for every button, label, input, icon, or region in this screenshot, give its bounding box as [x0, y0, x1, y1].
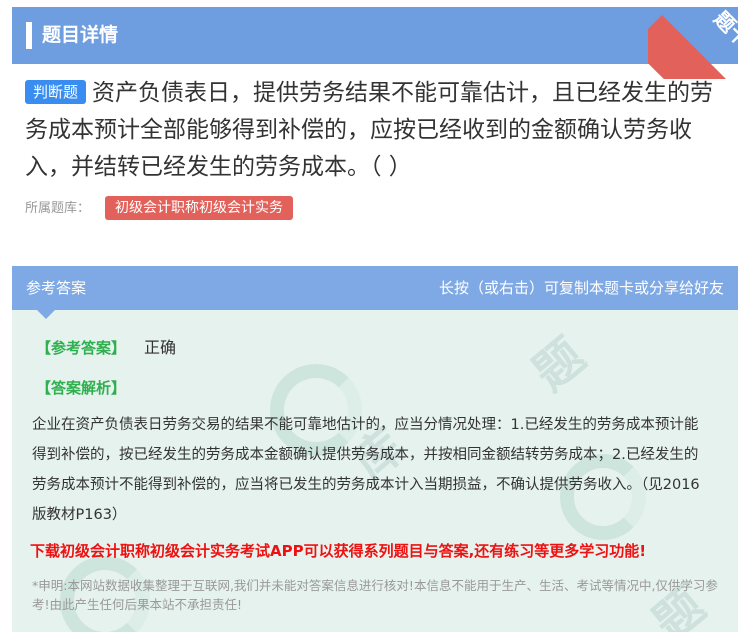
header-accent-bar — [26, 22, 32, 49]
watermark-text: 题 — [522, 327, 596, 402]
page-header: 题目详情 — [12, 7, 738, 64]
reference-answer-value: 正确 — [144, 338, 177, 357]
source-bank-badge[interactable]: 初级会计职称初级会计实务 — [105, 196, 293, 220]
question-type-tag: 判断题 — [25, 80, 87, 104]
page-title: 题目详情 — [42, 24, 119, 46]
analysis-text: 企业在资产负债表日劳务交易的结果不能可靠地估计的，应当分情况处理：1.已经发生的… — [32, 417, 700, 523]
answer-title: 参考答案 — [26, 279, 87, 297]
analysis-label: 【答案解析】 — [36, 379, 127, 397]
question-block: 判断题 资产负债表日，提供劳务结果不能可靠估计，且已经发生的劳务成本预计全部能够得… — [25, 75, 730, 186]
reference-answer-label: 【参考答案】 — [36, 339, 127, 357]
question-text: 资产负债表日，提供劳务结果不能可靠估计，且已经发生的劳务成本预计全部能够得到补偿… — [25, 80, 714, 180]
ribbon-label: 题卡 — [709, 7, 750, 52]
answer-header: 参考答案 长按（或右击）可复制本题卡或分享给好友 — [12, 266, 738, 310]
copy-share-hint: 长按（或右击）可复制本题卡或分享给好友 — [438, 279, 724, 297]
header-notch — [37, 310, 55, 319]
app-download-promo[interactable]: 下载初级会计职称初级会计实务考试APP可以获得系列题目与答案,还有练习等更多学习… — [30, 540, 730, 562]
disclaimer-text: *申明:本网站数据收集整理于互联网,我们并未能对答案信息进行核对!本信息不能用于… — [32, 578, 718, 612]
source-label: 所属题库： — [25, 201, 91, 216]
corner-ribbon: 题卡 — [648, 7, 750, 79]
answer-panel[interactable]: 题 库 题 参考答案 长按（或右击）可复制本题卡或分享给好友 【参考答案】 正确… — [12, 266, 738, 632]
